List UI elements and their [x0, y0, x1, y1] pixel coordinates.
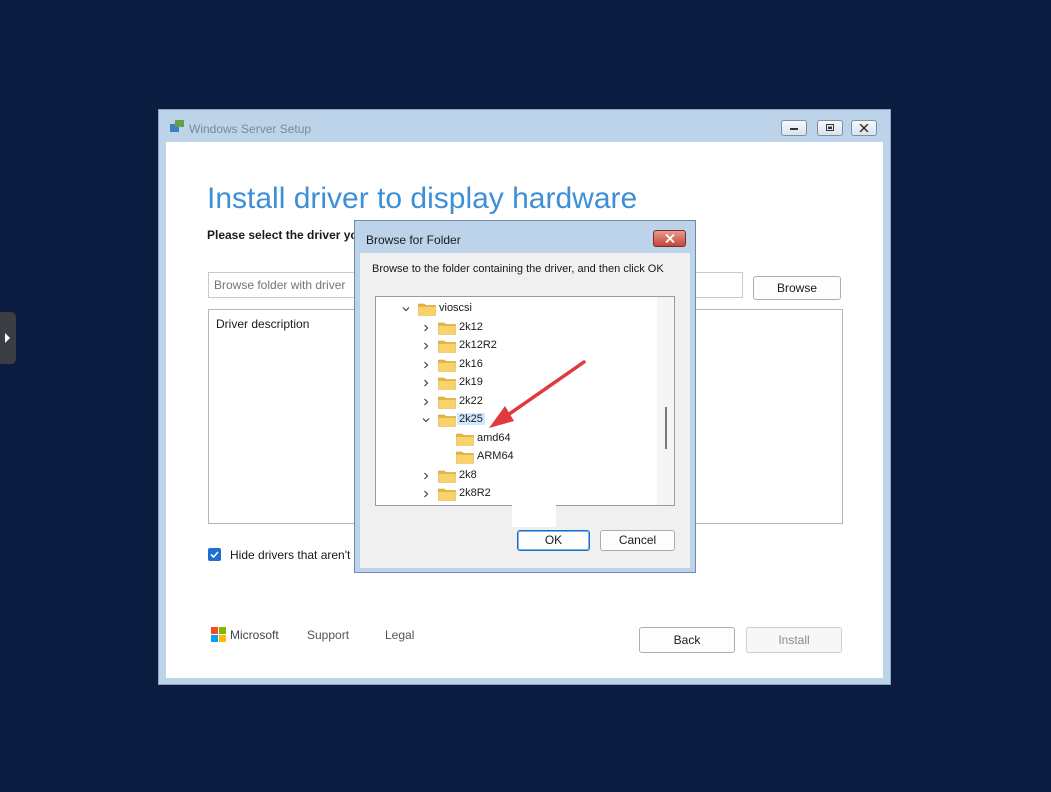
play-triangle-icon	[5, 333, 10, 343]
tree-node-2k19[interactable]: 2k19	[422, 374, 622, 392]
folder-icon	[438, 359, 456, 372]
close-icon	[665, 234, 675, 243]
checkmark-icon	[210, 551, 219, 559]
dialog-title: Browse for Folder	[366, 233, 461, 247]
tree-node-label: 2k16	[459, 357, 483, 370]
tree-node-label: 2k8	[459, 468, 477, 481]
folder-icon	[438, 396, 456, 409]
chevron-right-icon[interactable]	[422, 342, 430, 350]
scrollbar-thumb[interactable]	[665, 407, 667, 449]
minimize-icon	[790, 128, 798, 130]
legal-link[interactable]: Legal	[385, 628, 414, 642]
chevron-right-icon[interactable]	[422, 324, 430, 332]
tree-node-label: 2k12R2	[459, 339, 497, 351]
chevron-down-icon[interactable]	[422, 416, 430, 424]
folder-icon	[438, 414, 456, 427]
chevron-right-icon[interactable]	[422, 472, 430, 480]
page-subtitle: Please select the driver you	[207, 228, 366, 242]
microsoft-brand-text: Microsoft	[230, 628, 279, 642]
tree-node-label: amd64	[477, 431, 511, 444]
chevron-right-icon[interactable]	[422, 490, 430, 498]
tree-node-arm64[interactable]: ARM64	[440, 448, 640, 466]
folder-icon	[438, 340, 456, 353]
dialog-client-area: Browse to the folder containing the driv…	[360, 253, 690, 568]
tree-node-label: vioscsi	[439, 302, 473, 314]
folder-icon	[438, 322, 456, 335]
folder-icon	[438, 377, 456, 390]
restore-button[interactable]	[817, 120, 843, 136]
hide-drivers-checkbox[interactable]	[208, 548, 221, 561]
dialog-close-button[interactable]	[653, 230, 686, 247]
minimize-button[interactable]	[781, 120, 807, 136]
chevron-right-icon[interactable]	[422, 361, 430, 369]
tree-node-label: 2k8R2	[459, 487, 491, 499]
page-title: Install driver to display hardware	[207, 182, 638, 215]
tree-node-amd64[interactable]: amd64	[440, 430, 640, 448]
tree-node-2k12r2[interactable]: 2k12R2	[422, 337, 622, 355]
tree-node-label: 2k12	[459, 320, 483, 333]
tree-node-label: 2k25	[457, 413, 485, 425]
tree-node-label: 2k22	[459, 394, 483, 407]
tree-node-label: 2k19	[459, 376, 483, 388]
hide-drivers-label: Hide drivers that aren't	[230, 548, 351, 562]
blank-patch	[512, 503, 556, 527]
dialog-instruction: Browse to the folder containing the driv…	[372, 263, 664, 275]
folder-icon	[456, 451, 474, 464]
tree-node-2k22[interactable]: 2k22	[422, 393, 622, 411]
tree-node-2k8[interactable]: 2k8	[422, 467, 622, 485]
browse-folder-dialog: Browse for Folder Browse to the folder c…	[354, 220, 696, 573]
folder-icon	[456, 433, 474, 446]
folder-icon	[418, 303, 436, 316]
close-button[interactable]	[851, 120, 877, 136]
tree-node-2k16[interactable]: 2k16	[422, 356, 622, 374]
tree-node-2k12[interactable]: 2k12	[422, 319, 622, 337]
back-button[interactable]: Back	[639, 627, 735, 653]
tree-scrollbar[interactable]	[657, 297, 674, 505]
tree-node-label: ARM64	[477, 450, 514, 462]
browse-button[interactable]: Browse	[753, 276, 841, 300]
chevron-right-icon[interactable]	[422, 379, 430, 387]
chevron-right-icon[interactable]	[422, 398, 430, 406]
install-button[interactable]: Install	[746, 627, 842, 653]
driver-description-header: Driver description	[216, 317, 310, 331]
folder-tree[interactable]: vioscsi 2k12 2k12R2 2k16 2k19 2k22 2k25 amd64 AR…	[375, 296, 675, 506]
setup-window-title: Windows Server Setup	[189, 122, 312, 136]
microsoft-logo	[211, 627, 227, 643]
folder-icon	[438, 470, 456, 483]
tree-node-2k8r2[interactable]: 2k8R2	[422, 485, 622, 503]
chevron-down-icon[interactable]	[402, 305, 410, 313]
close-icon	[859, 124, 869, 132]
folder-icon	[438, 488, 456, 501]
restore-icon	[826, 124, 834, 131]
setup-app-icon	[170, 120, 184, 132]
support-link[interactable]: Support	[307, 628, 349, 642]
setup-titlebar[interactable]: Windows Server Setup	[159, 110, 890, 142]
tree-node-vioscsi[interactable]: vioscsi	[402, 300, 602, 318]
side-panel-handle[interactable]	[0, 312, 16, 364]
cancel-button[interactable]: Cancel	[600, 530, 675, 551]
tree-node-2k25[interactable]: 2k25	[422, 411, 622, 429]
ok-button[interactable]: OK	[517, 530, 590, 551]
